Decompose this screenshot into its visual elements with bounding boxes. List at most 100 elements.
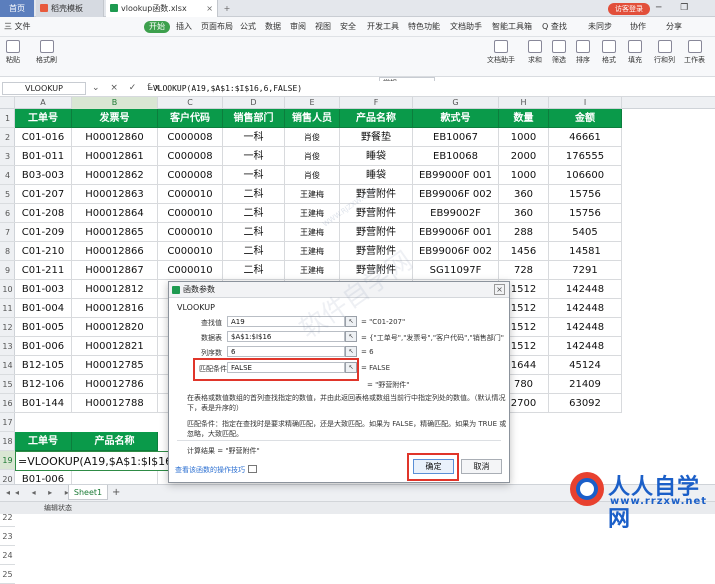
sort-button[interactable]: 排序 [576,40,590,65]
name-box[interactable]: VLOOKUP [2,82,86,95]
cell-invoice-no[interactable]: H00012866 [72,242,158,261]
header-product-name[interactable]: 产品名称 [340,109,413,128]
cell-order-no[interactable]: B12-105 [15,356,72,375]
cell-sales-dept[interactable]: 二科 [223,242,285,261]
header-invoice-no[interactable]: 发票号 [72,109,158,128]
cell-salesperson[interactable]: 肖俊 [285,128,340,147]
help-link[interactable]: 查看该函数的操作技巧 [175,465,257,475]
column-header-h[interactable]: H [499,97,549,109]
column-header-b[interactable]: B [72,97,158,109]
cell-salesperson[interactable]: 王建梅 [285,223,340,242]
column-header-d[interactable]: D [223,97,285,109]
range-select-icon[interactable]: ↖ [345,331,357,342]
cell-quantity[interactable]: 1000 [499,166,549,185]
tab-home[interactable]: 首页 [0,0,34,17]
cell-customer-code[interactable]: C000008 [158,166,223,185]
cell-sales-dept[interactable]: 一科 [223,147,285,166]
cell-amount[interactable]: 142448 [549,337,622,356]
menu-security[interactable]: 安全 [340,17,356,37]
menu-search[interactable]: Q 查找 [542,17,567,37]
cell-amount[interactable]: 21409 [549,375,622,394]
cell-quantity[interactable]: 728 [499,261,549,280]
cell-salesperson[interactable]: 肖俊 [285,147,340,166]
cell-sales-dept[interactable]: 二科 [223,185,285,204]
cell-style-no[interactable]: EB99006F 002 [413,185,499,204]
cell-amount[interactable]: 142448 [549,280,622,299]
cell-amount[interactable]: 15756 [549,204,622,223]
cell-amount[interactable]: 106600 [549,166,622,185]
cell-amount[interactable]: 46661 [549,128,622,147]
cell-style-no[interactable]: EB10067 [413,128,499,147]
cell-order-no[interactable]: B01-006 [15,337,72,356]
cell-amount[interactable]: 45124 [549,356,622,375]
row-header[interactable]: 7 [0,223,15,242]
cell-order-no[interactable]: C01-210 [15,242,72,261]
cell-quantity[interactable]: 1456 [499,242,549,261]
row-header[interactable]: 17 [0,413,15,432]
window-controls[interactable]: ─ ❐ ✕ [656,0,715,30]
column-header-g[interactable]: G [413,97,499,109]
cell-invoice-no[interactable]: H00012861 [72,147,158,166]
cell-style-no[interactable]: EB10068 [413,147,499,166]
header-order-no[interactable]: 工单号 [15,109,72,128]
cell-order-no[interactable]: B01-144 [15,394,72,413]
close-tab-icon[interactable]: × [206,0,213,17]
filter-button[interactable]: 筛选 [552,40,566,65]
row-header[interactable]: 23 [0,527,15,546]
cell-amount[interactable]: 15756 [549,185,622,204]
header-quantity[interactable]: 数量 [499,109,549,128]
row-header[interactable]: 14 [0,356,15,375]
row-header[interactable]: 25 [0,565,15,584]
menu-review[interactable]: 审阅 [290,17,306,37]
cell-order-no[interactable]: C01-016 [15,128,72,147]
cell-invoice-no[interactable]: H00012821 [72,337,158,356]
cell-product-name[interactable]: 睡袋 [340,147,413,166]
cell-product-name[interactable]: 野餐垫 [340,128,413,147]
menu-file[interactable]: 三 文件 [4,17,31,37]
row-header[interactable]: 8 [0,242,15,261]
menu-sync[interactable]: 未同步 [588,17,612,37]
cell-quantity[interactable]: 288 [499,223,549,242]
cell-order-no[interactable]: C01-207 [15,185,72,204]
row-header[interactable]: 13 [0,337,15,356]
cell-invoice-no[interactable]: H00012786 [72,375,158,394]
cell-style-no[interactable]: EB99006F 001 [413,223,499,242]
doc-helper-button[interactable]: 文档助手 [487,40,515,65]
menu-collab[interactable]: 协作 [630,17,646,37]
rows-cols-button[interactable]: 行和列 [654,40,675,65]
row-header[interactable]: 19 [0,451,15,470]
cell-sales-dept[interactable]: 二科 [223,223,285,242]
menu-page-layout[interactable]: 页面布局 [201,17,233,37]
column-header-c[interactable]: C [158,97,223,109]
fill-button[interactable]: 填充 [628,40,642,65]
lookup-header-order-no[interactable]: 工单号 [15,432,72,451]
cell-product-name[interactable]: 野营附件 [340,223,413,242]
cell-order-no[interactable]: B01-011 [15,147,72,166]
menu-insert[interactable]: 插入 [176,17,192,37]
menu-developer[interactable]: 开发工具 [367,17,399,37]
cell-amount[interactable]: 142448 [549,299,622,318]
cell-customer-code[interactable]: C000008 [158,147,223,166]
cell-style-no[interactable]: EB99006F 002 [413,242,499,261]
cell-order-no[interactable]: B12-106 [15,375,72,394]
header-sales-dept[interactable]: 销售部门 [223,109,285,128]
add-sheet-button[interactable]: + [112,485,120,501]
header-amount[interactable]: 金额 [549,109,622,128]
cell-sales-dept[interactable]: 二科 [223,261,285,280]
cell-sales-dept[interactable]: 二科 [223,204,285,223]
cell-quantity[interactable]: 1000 [499,128,549,147]
cell-style-no[interactable]: EB99000F 001 [413,166,499,185]
cell-order-no[interactable]: B01-003 [15,280,72,299]
cell-customer-code[interactable]: C000010 [158,185,223,204]
cell-customer-code[interactable]: C000010 [158,223,223,242]
cell-style-no[interactable]: EB99002F [413,204,499,223]
cell-customer-code[interactable]: C000010 [158,242,223,261]
menu-data[interactable]: 数据 [265,17,281,37]
format-painter-button[interactable]: 格式刷 [36,40,57,65]
menu-smart-tools[interactable]: 智能工具箱 [492,17,532,37]
cell-invoice-no[interactable]: H00012816 [72,299,158,318]
cell-amount[interactable]: 176555 [549,147,622,166]
arg-input-col-index[interactable]: 6 [227,346,345,357]
select-all-corner[interactable] [0,97,15,109]
cell-amount[interactable]: 63092 [549,394,622,413]
